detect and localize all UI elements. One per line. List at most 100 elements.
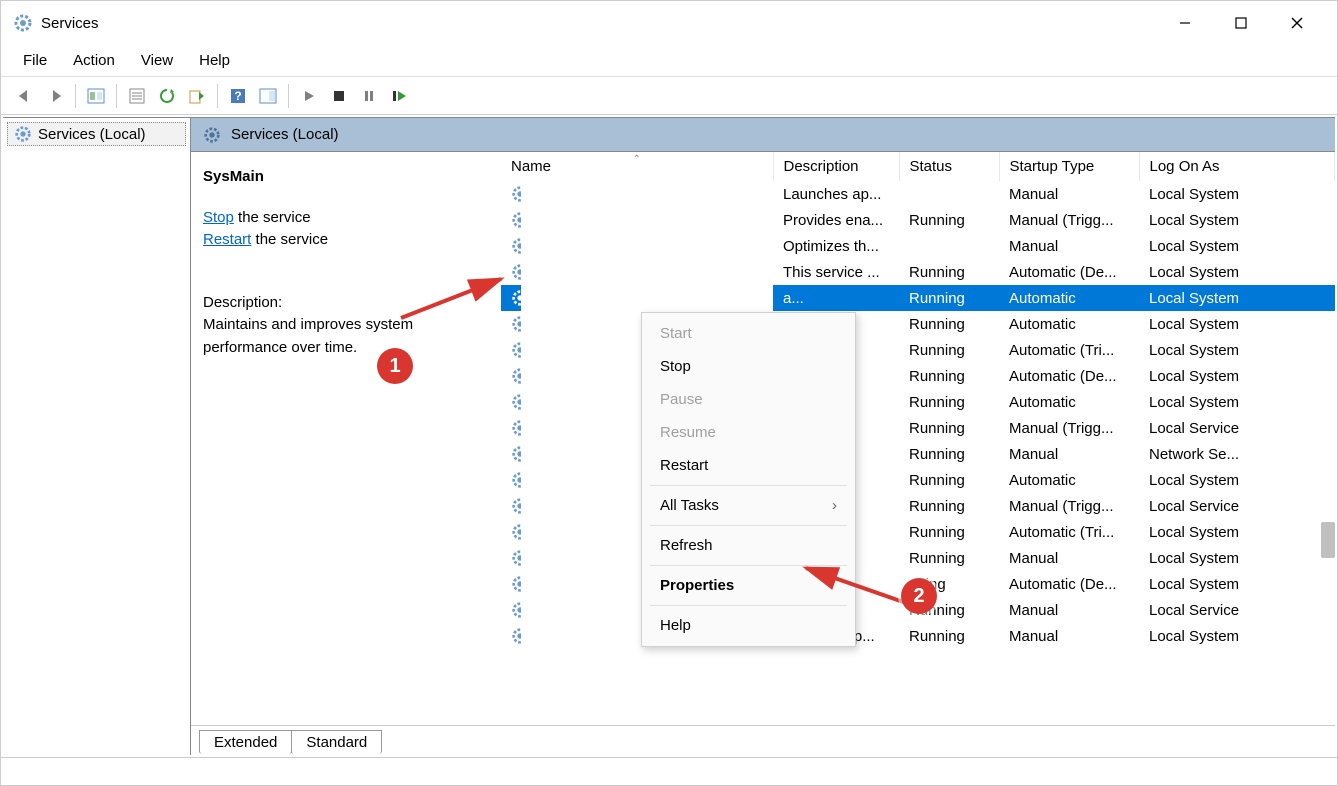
statusbar: [1, 757, 1337, 785]
cell-name: Telephony: [501, 441, 521, 467]
service-row[interactable]: Themesse...RunningAutomaticLocal System: [501, 467, 1335, 493]
cell-startup: Manual: [999, 181, 1139, 207]
ctx-properties[interactable]: Properties: [642, 569, 855, 602]
cell-name: UPnP Device: [501, 597, 521, 623]
toolbar: ?: [1, 77, 1337, 115]
service-row[interactable]: System Eventsy...RunningAutomaticLocal S…: [501, 311, 1335, 337]
toolbar-separator: [217, 84, 218, 108]
ctx-refresh[interactable]: Refresh: [642, 529, 855, 562]
tree-item-services-local[interactable]: Services (Local): [7, 122, 186, 146]
cell-name: Storage Service: [501, 207, 521, 233]
cell-name: System Event: [501, 311, 521, 337]
service-row[interactable]: Touch Keyboo...RunningAutomatic (Tri...L…: [501, 519, 1335, 545]
menu-help[interactable]: Help: [187, 48, 242, 73]
sort-indicator-icon: ⌃: [633, 154, 641, 165]
cell-logon: Local System: [1139, 207, 1335, 233]
service-row[interactable]: System Eventes ...RunningAutomatic (Tri.…: [501, 337, 1335, 363]
ctx-restart[interactable]: Restart: [642, 449, 855, 482]
cell-name: Storage Tiers Management: [501, 233, 521, 259]
gear-icon: [511, 289, 521, 307]
service-row[interactable]: Storage ServiceProvides ena...RunningMan…: [501, 207, 1335, 233]
gear-icon: [511, 211, 521, 229]
gear-icon: [511, 445, 521, 463]
cell-description: This service ...: [773, 259, 899, 285]
col-status[interactable]: Status: [899, 152, 999, 181]
cell-name: SysMain: [501, 285, 521, 311]
col-logon[interactable]: Log On As: [1139, 152, 1335, 181]
pane-header-title: Services (Local): [231, 126, 339, 143]
service-row[interactable]: Task Schedulus...RunningAutomaticLocal S…: [501, 389, 1335, 415]
ctx-resume: Resume: [642, 416, 855, 449]
cell-startup: Automatic: [999, 285, 1139, 311]
cell-startup: Automatic (De...: [999, 571, 1139, 597]
cell-name: Task Schedul: [501, 389, 521, 415]
start-service-button[interactable]: [295, 82, 323, 110]
col-description[interactable]: Description: [773, 152, 899, 181]
back-button[interactable]: [11, 82, 39, 110]
stop-link[interactable]: Stop: [203, 209, 234, 226]
col-startup[interactable]: Startup Type: [999, 152, 1139, 181]
ctx-all-tasks[interactable]: All Tasks: [642, 489, 855, 522]
col-name[interactable]: Name⌃: [501, 152, 773, 181]
forward-button[interactable]: [41, 82, 69, 110]
services-list[interactable]: Name⌃ Description Status Startup Type Lo…: [501, 152, 1335, 725]
ctx-help[interactable]: Help: [642, 609, 855, 642]
menu-file[interactable]: File: [11, 48, 59, 73]
cell-logon: Local System: [1139, 545, 1335, 571]
description-text: Maintains and improves system performanc…: [203, 314, 489, 359]
annotation-badge-2: 2: [901, 578, 937, 614]
restart-link[interactable]: Restart: [203, 231, 251, 248]
service-row[interactable]: Sync Host_3379976This service ...Running…: [501, 259, 1335, 285]
gear-icon: [511, 315, 521, 333]
refresh-button[interactable]: [153, 82, 181, 110]
cell-logon: Local Service: [1139, 415, 1335, 441]
stop-service-button[interactable]: [325, 82, 353, 110]
cell-startup: Automatic: [999, 389, 1139, 415]
service-row[interactable]: Udk User Seroo...RunningManualLocal Syst…: [501, 545, 1335, 571]
minimize-button[interactable]: [1157, 3, 1213, 43]
cell-startup: Automatic (Tri...: [999, 337, 1139, 363]
cell-logon: Network Se...: [1139, 441, 1335, 467]
tab-standard[interactable]: Standard: [291, 730, 382, 754]
menu-view[interactable]: View: [129, 48, 185, 73]
properties-button[interactable]: [123, 82, 151, 110]
gear-icon: [511, 341, 521, 359]
service-row[interactable]: System Guardan...RunningAutomatic (De...…: [501, 363, 1335, 389]
cell-startup: Manual: [999, 623, 1139, 649]
service-row[interactable]: Time Brokeres ...RunningManual (Trigg...…: [501, 493, 1335, 519]
annotation-badge-1: 1: [377, 348, 413, 384]
service-row[interactable]: Storage Tiers ManagementOptimizes th...M…: [501, 233, 1335, 259]
view-tabs: Extended Standard: [191, 725, 1335, 755]
menu-action[interactable]: Action: [61, 48, 127, 73]
scrollbar-thumb[interactable]: [1321, 522, 1335, 558]
ctx-separator: [650, 485, 847, 486]
cell-logon: Local System: [1139, 337, 1335, 363]
maximize-button[interactable]: [1213, 3, 1269, 43]
cell-logon: Local System: [1139, 181, 1335, 207]
toolbar-separator: [75, 84, 76, 108]
gear-icon: [14, 125, 32, 143]
pause-service-button[interactable]: [355, 82, 383, 110]
restart-service-button[interactable]: [385, 82, 413, 110]
close-button[interactable]: [1269, 3, 1325, 43]
cell-status: [899, 181, 999, 207]
service-row[interactable]: Telephonyel...RunningManualNetwork Se...: [501, 441, 1335, 467]
toolbar-separator: [116, 84, 117, 108]
service-row[interactable]: User Data Access_3379976Provides ap...Ru…: [501, 623, 1335, 649]
service-row[interactable]: TCP/IP NetBIOup...RunningManual (Trigg..…: [501, 415, 1335, 441]
cell-startup: Manual (Trigg...: [999, 493, 1139, 519]
cell-startup: Manual: [999, 597, 1139, 623]
gear-icon: [511, 523, 521, 541]
help-button[interactable]: ?: [224, 82, 252, 110]
ctx-stop[interactable]: Stop: [642, 350, 855, 383]
cell-logon: Local System: [1139, 623, 1335, 649]
cell-logon: Local System: [1139, 571, 1335, 597]
gear-icon: [511, 237, 521, 255]
show-hide-action-pane-button[interactable]: [254, 82, 282, 110]
export-button[interactable]: [183, 82, 211, 110]
tab-extended[interactable]: Extended: [199, 730, 292, 754]
service-row[interactable]: SysMaina...RunningAutomaticLocal System: [501, 285, 1335, 311]
service-row[interactable]: Still Image Acquisition EventsLaunches a…: [501, 181, 1335, 207]
show-hide-tree-button[interactable]: [82, 82, 110, 110]
gear-icon: [511, 601, 521, 619]
